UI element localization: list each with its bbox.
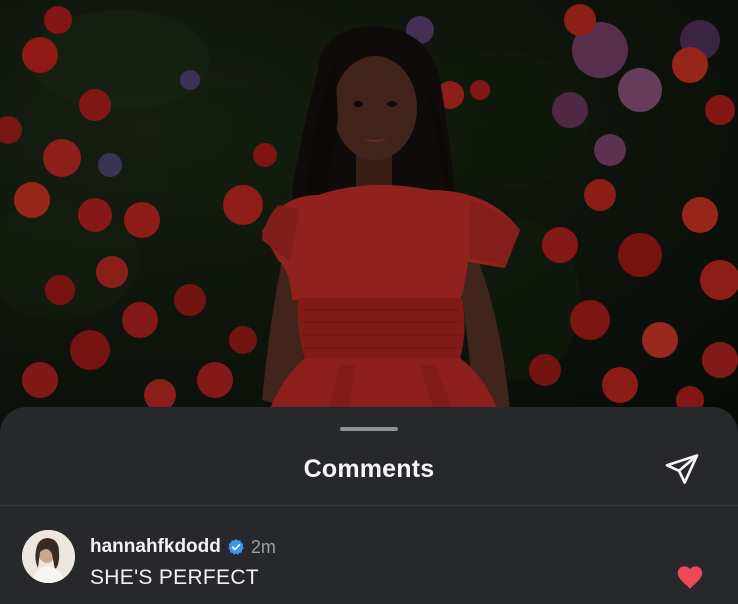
post-photo (0, 0, 738, 430)
comment-item: hannahfkdodd 2m SHE'S PERFECT (0, 525, 738, 595)
share-button[interactable] (660, 447, 704, 491)
photo-illustration (0, 0, 738, 430)
like-comment-button[interactable] (674, 561, 706, 593)
comment-username[interactable]: hannahfkdodd (90, 536, 221, 558)
verified-badge-icon (227, 538, 245, 556)
heart-icon (677, 566, 703, 589)
paper-plane-icon (665, 454, 699, 484)
avatar-photo (22, 530, 75, 583)
sheet-divider (0, 505, 738, 506)
sheet-title: Comments (303, 455, 435, 483)
comment-text: SHE'S PERFECT (90, 566, 259, 589)
sheet-drag-handle[interactable] (340, 427, 398, 431)
avatar[interactable] (22, 530, 75, 583)
comment-timestamp: 2m (250, 536, 276, 557)
comments-sheet: Comments hannahfkdodd 2m SHE'S PERFECT (0, 407, 738, 604)
